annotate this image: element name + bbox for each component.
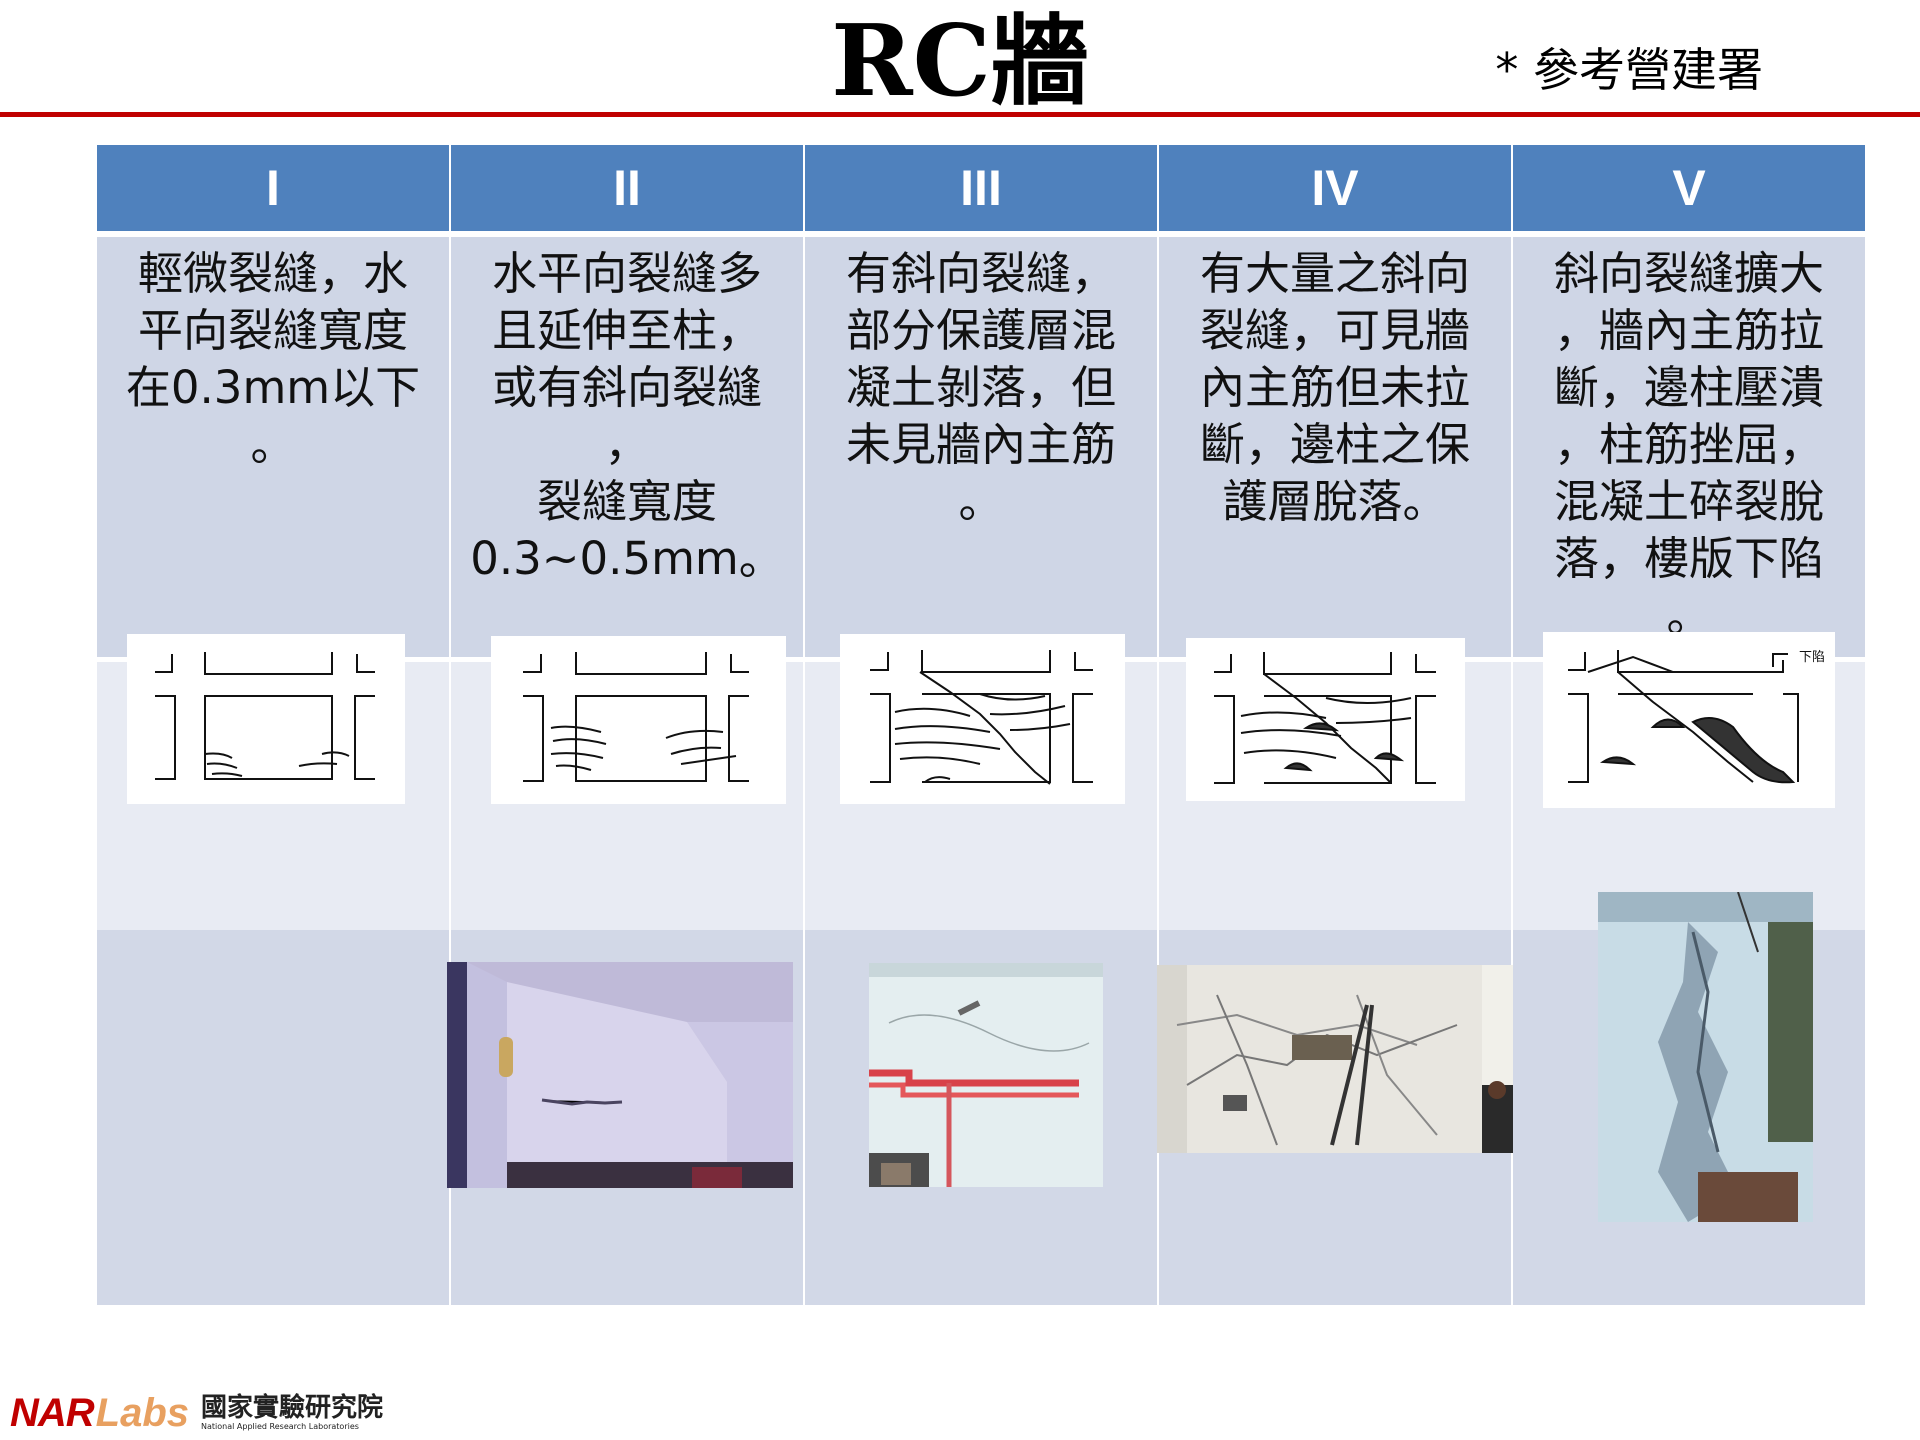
sketch-settlement-label: 下陷 <box>1798 650 1825 665</box>
logo-name-en: National Applied Research Laboratories <box>201 1422 359 1431</box>
damage-level-table: I 輕微裂縫，水 平向裂縫寬度 在0.3mm以下 。 II 水平向裂縫多 且延伸… <box>97 145 1865 1305</box>
column-header: IV <box>1159 145 1511 231</box>
column-header: V <box>1513 145 1865 231</box>
column-header: II <box>451 145 803 231</box>
crack-sketch-level-3 <box>840 634 1125 804</box>
narlabs-logo: NAR Labs 國家實驗研究院 National Applied Resear… <box>10 1390 384 1435</box>
column-header: III <box>805 145 1157 231</box>
crack-sketch-level-1 <box>127 634 405 804</box>
logo-mark: NAR <box>10 1390 95 1435</box>
damage-description: 輕微裂縫，水 平向裂縫寬度 在0.3mm以下 。 <box>125 247 421 471</box>
damage-description: 水平向裂縫多 且延伸至柱， 或有斜向裂縫 ， 裂縫寬度 0.3~0.5mm。 <box>470 247 784 585</box>
title-divider <box>0 112 1920 117</box>
damage-description: 有斜向裂縫， 部分保護層混 凝土剝落，但 未見牆內主筋 。 <box>845 247 1116 528</box>
damage-description: 斜向裂縫擴大 ，牆內主筋拉 斷，邊柱壓潰 ，柱筋挫屈， 混凝土碎裂脫 落，樓版下… <box>1553 247 1824 642</box>
column-level-1: I 輕微裂縫，水 平向裂縫寬度 在0.3mm以下 。 <box>97 145 449 1305</box>
photo-cell <box>97 930 449 1305</box>
crack-sketch-level-4 <box>1186 638 1465 801</box>
damage-photo-level-3 <box>869 963 1103 1187</box>
column-level-3: III 有斜向裂縫， 部分保護層混 凝土剝落，但 未見牆內主筋 。 <box>805 145 1157 1305</box>
column-header: I <box>97 145 449 231</box>
crack-sketch-level-2 <box>491 636 786 804</box>
damage-photo-level-2 <box>447 962 793 1188</box>
damage-description: 有大量之斜向 裂縫，可見牆 內主筋但未拉 斷，邊柱之保 護層脫落。 <box>1199 247 1470 528</box>
column-level-2: II 水平向裂縫多 且延伸至柱， 或有斜向裂縫 ， 裂縫寬度 0.3~0.5mm… <box>447 145 803 1305</box>
column-level-4: IV 有大量之斜向 裂縫，可見牆 內主筋但未拉 斷，邊柱之保 護層脫落。 <box>1157 145 1513 1305</box>
crack-sketch-level-5: 下陷 <box>1543 632 1835 808</box>
logo-name-cn: 國家實驗研究院 <box>201 1393 384 1423</box>
damage-photo-level-4 <box>1157 965 1513 1153</box>
column-level-5: V 斜向裂縫擴大 ，牆內主筋拉 斷，邊柱壓潰 ，柱筋挫屈， 混凝土碎裂脫 落，樓… <box>1513 145 1865 1305</box>
logo-mark-labs: Labs <box>95 1390 190 1435</box>
reference-note: * 參考營建署 <box>1495 43 1763 97</box>
damage-photo-level-5 <box>1598 892 1813 1222</box>
